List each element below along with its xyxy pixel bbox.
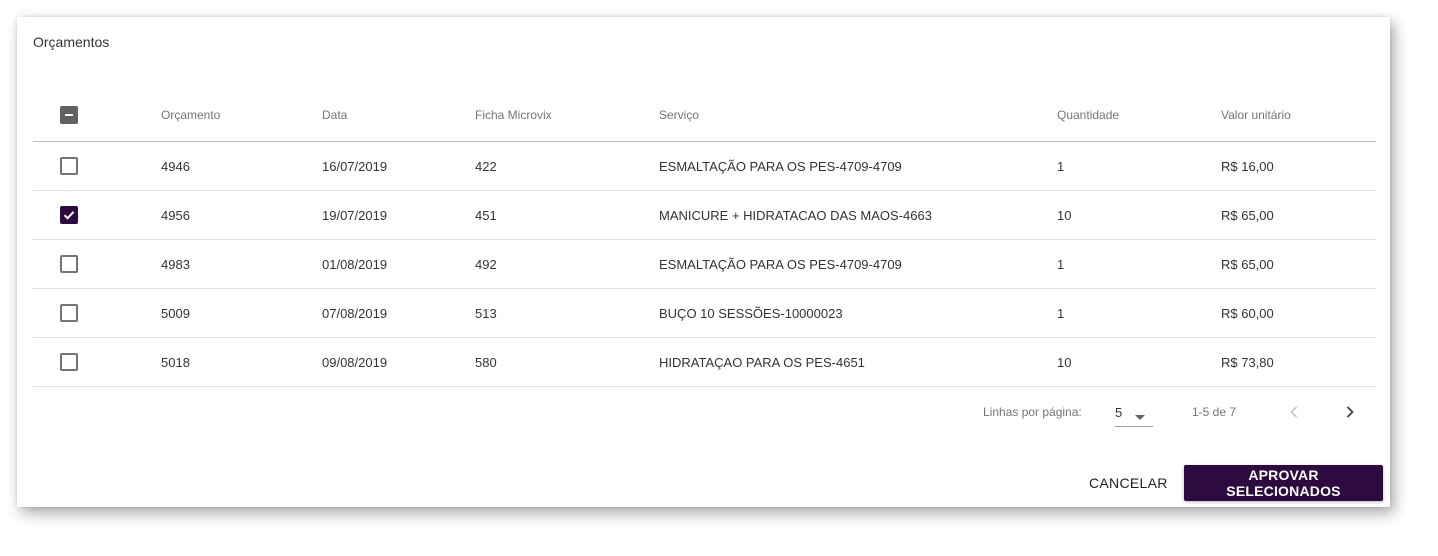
caret-down-icon (1135, 408, 1145, 426)
budget-dialog: Orçamentos Orçamento Data Ficha Microvix… (17, 17, 1390, 507)
cell-orcamento: 4983 (161, 256, 190, 272)
table-row[interactable]: 4983 01/08/2019 492 ESMALTAÇÃO PARA OS P… (33, 240, 1376, 289)
row-checkbox[interactable] (60, 157, 78, 175)
cell-orcamento: 5009 (161, 305, 190, 321)
chevron-left-icon[interactable] (1283, 401, 1305, 423)
row-checkbox[interactable] (60, 255, 78, 273)
cell-ficha: 492 (475, 256, 497, 272)
cell-ficha: 580 (475, 354, 497, 370)
cell-servico: HIDRATAÇAO PARA OS PES-4651 (659, 354, 865, 370)
cell-quantidade: 10 (1057, 354, 1072, 370)
row-checkbox[interactable] (60, 304, 78, 322)
approve-selected-button[interactable]: APROVAR SELECIONADOS (1184, 465, 1383, 501)
cell-ficha: 422 (475, 158, 497, 174)
cell-valor: R$ 65,00 (1221, 256, 1274, 272)
row-checkbox[interactable] (60, 353, 78, 371)
select-all-checkbox[interactable] (60, 106, 78, 124)
cell-quantidade: 1 (1057, 305, 1065, 321)
table-row[interactable]: 5009 07/08/2019 513 BUÇO 10 SESSÕES-1000… (33, 289, 1376, 338)
chevron-right-icon[interactable] (1339, 401, 1361, 423)
header-orcamento[interactable]: Orçamento (161, 89, 220, 141)
rows-per-page-label: Linhas por página: (983, 405, 1082, 419)
header-ficha-microvix[interactable]: Ficha Microvix (475, 89, 552, 141)
rows-per-page-value: 5 (1115, 405, 1123, 420)
table-row[interactable]: 5018 09/08/2019 580 HIDRATAÇAO PARA OS P… (33, 338, 1376, 387)
cell-ficha: 513 (475, 305, 497, 321)
cell-quantidade: 1 (1057, 158, 1065, 174)
header-valor-unitario[interactable]: Valor unitário (1221, 89, 1291, 141)
cell-valor: R$ 16,00 (1221, 158, 1274, 174)
cell-data: 07/08/2019 (322, 305, 388, 321)
header-servico[interactable]: Serviço (659, 89, 699, 141)
cell-valor: R$ 65,00 (1221, 207, 1274, 223)
cell-servico: ESMALTAÇÃO PARA OS PES-4709-4709 (659, 256, 902, 272)
cell-orcamento: 4956 (161, 207, 190, 223)
dialog-title: Orçamentos (33, 34, 110, 50)
cell-orcamento: 5018 (161, 354, 190, 370)
cell-orcamento: 4946 (161, 158, 190, 174)
cancel-button[interactable]: CANCELAR (1077, 465, 1180, 501)
cell-data: 01/08/2019 (322, 256, 388, 272)
header-quantidade[interactable]: Quantidade (1057, 89, 1119, 141)
table-row[interactable]: 4956 19/07/2019 451 MANICURE + HIDRATACA… (33, 191, 1376, 240)
table-header-row: Orçamento Data Ficha Microvix Serviço Qu… (33, 89, 1376, 142)
cell-servico: ESMALTAÇÃO PARA OS PES-4709-4709 (659, 158, 902, 174)
row-checkbox[interactable] (60, 206, 78, 224)
cell-quantidade: 10 (1057, 207, 1072, 223)
cell-data: 09/08/2019 (322, 354, 388, 370)
header-data[interactable]: Data (322, 89, 347, 141)
cell-data: 19/07/2019 (322, 207, 388, 223)
cell-servico: BUÇO 10 SESSÕES-10000023 (659, 305, 843, 321)
cell-quantidade: 1 (1057, 256, 1065, 272)
table-pagination: Linhas por página: 5 1-5 de 7 (17, 397, 1390, 427)
cell-valor: R$ 60,00 (1221, 305, 1274, 321)
cell-servico: MANICURE + HIDRATACAO DAS MAOS-4663 (659, 207, 932, 223)
cell-valor: R$ 73,80 (1221, 354, 1274, 370)
table-row[interactable]: 4946 16/07/2019 422 ESMALTAÇÃO PARA OS P… (33, 142, 1376, 191)
page-range-label: 1-5 de 7 (1192, 405, 1237, 419)
cell-ficha: 451 (475, 207, 497, 223)
dialog-actions: CANCELAR APROVAR SELECIONADOS (17, 465, 1390, 501)
budget-table: Orçamento Data Ficha Microvix Serviço Qu… (33, 89, 1376, 387)
rows-per-page-select[interactable]: 5 (1115, 397, 1153, 427)
cell-data: 16/07/2019 (322, 158, 388, 174)
